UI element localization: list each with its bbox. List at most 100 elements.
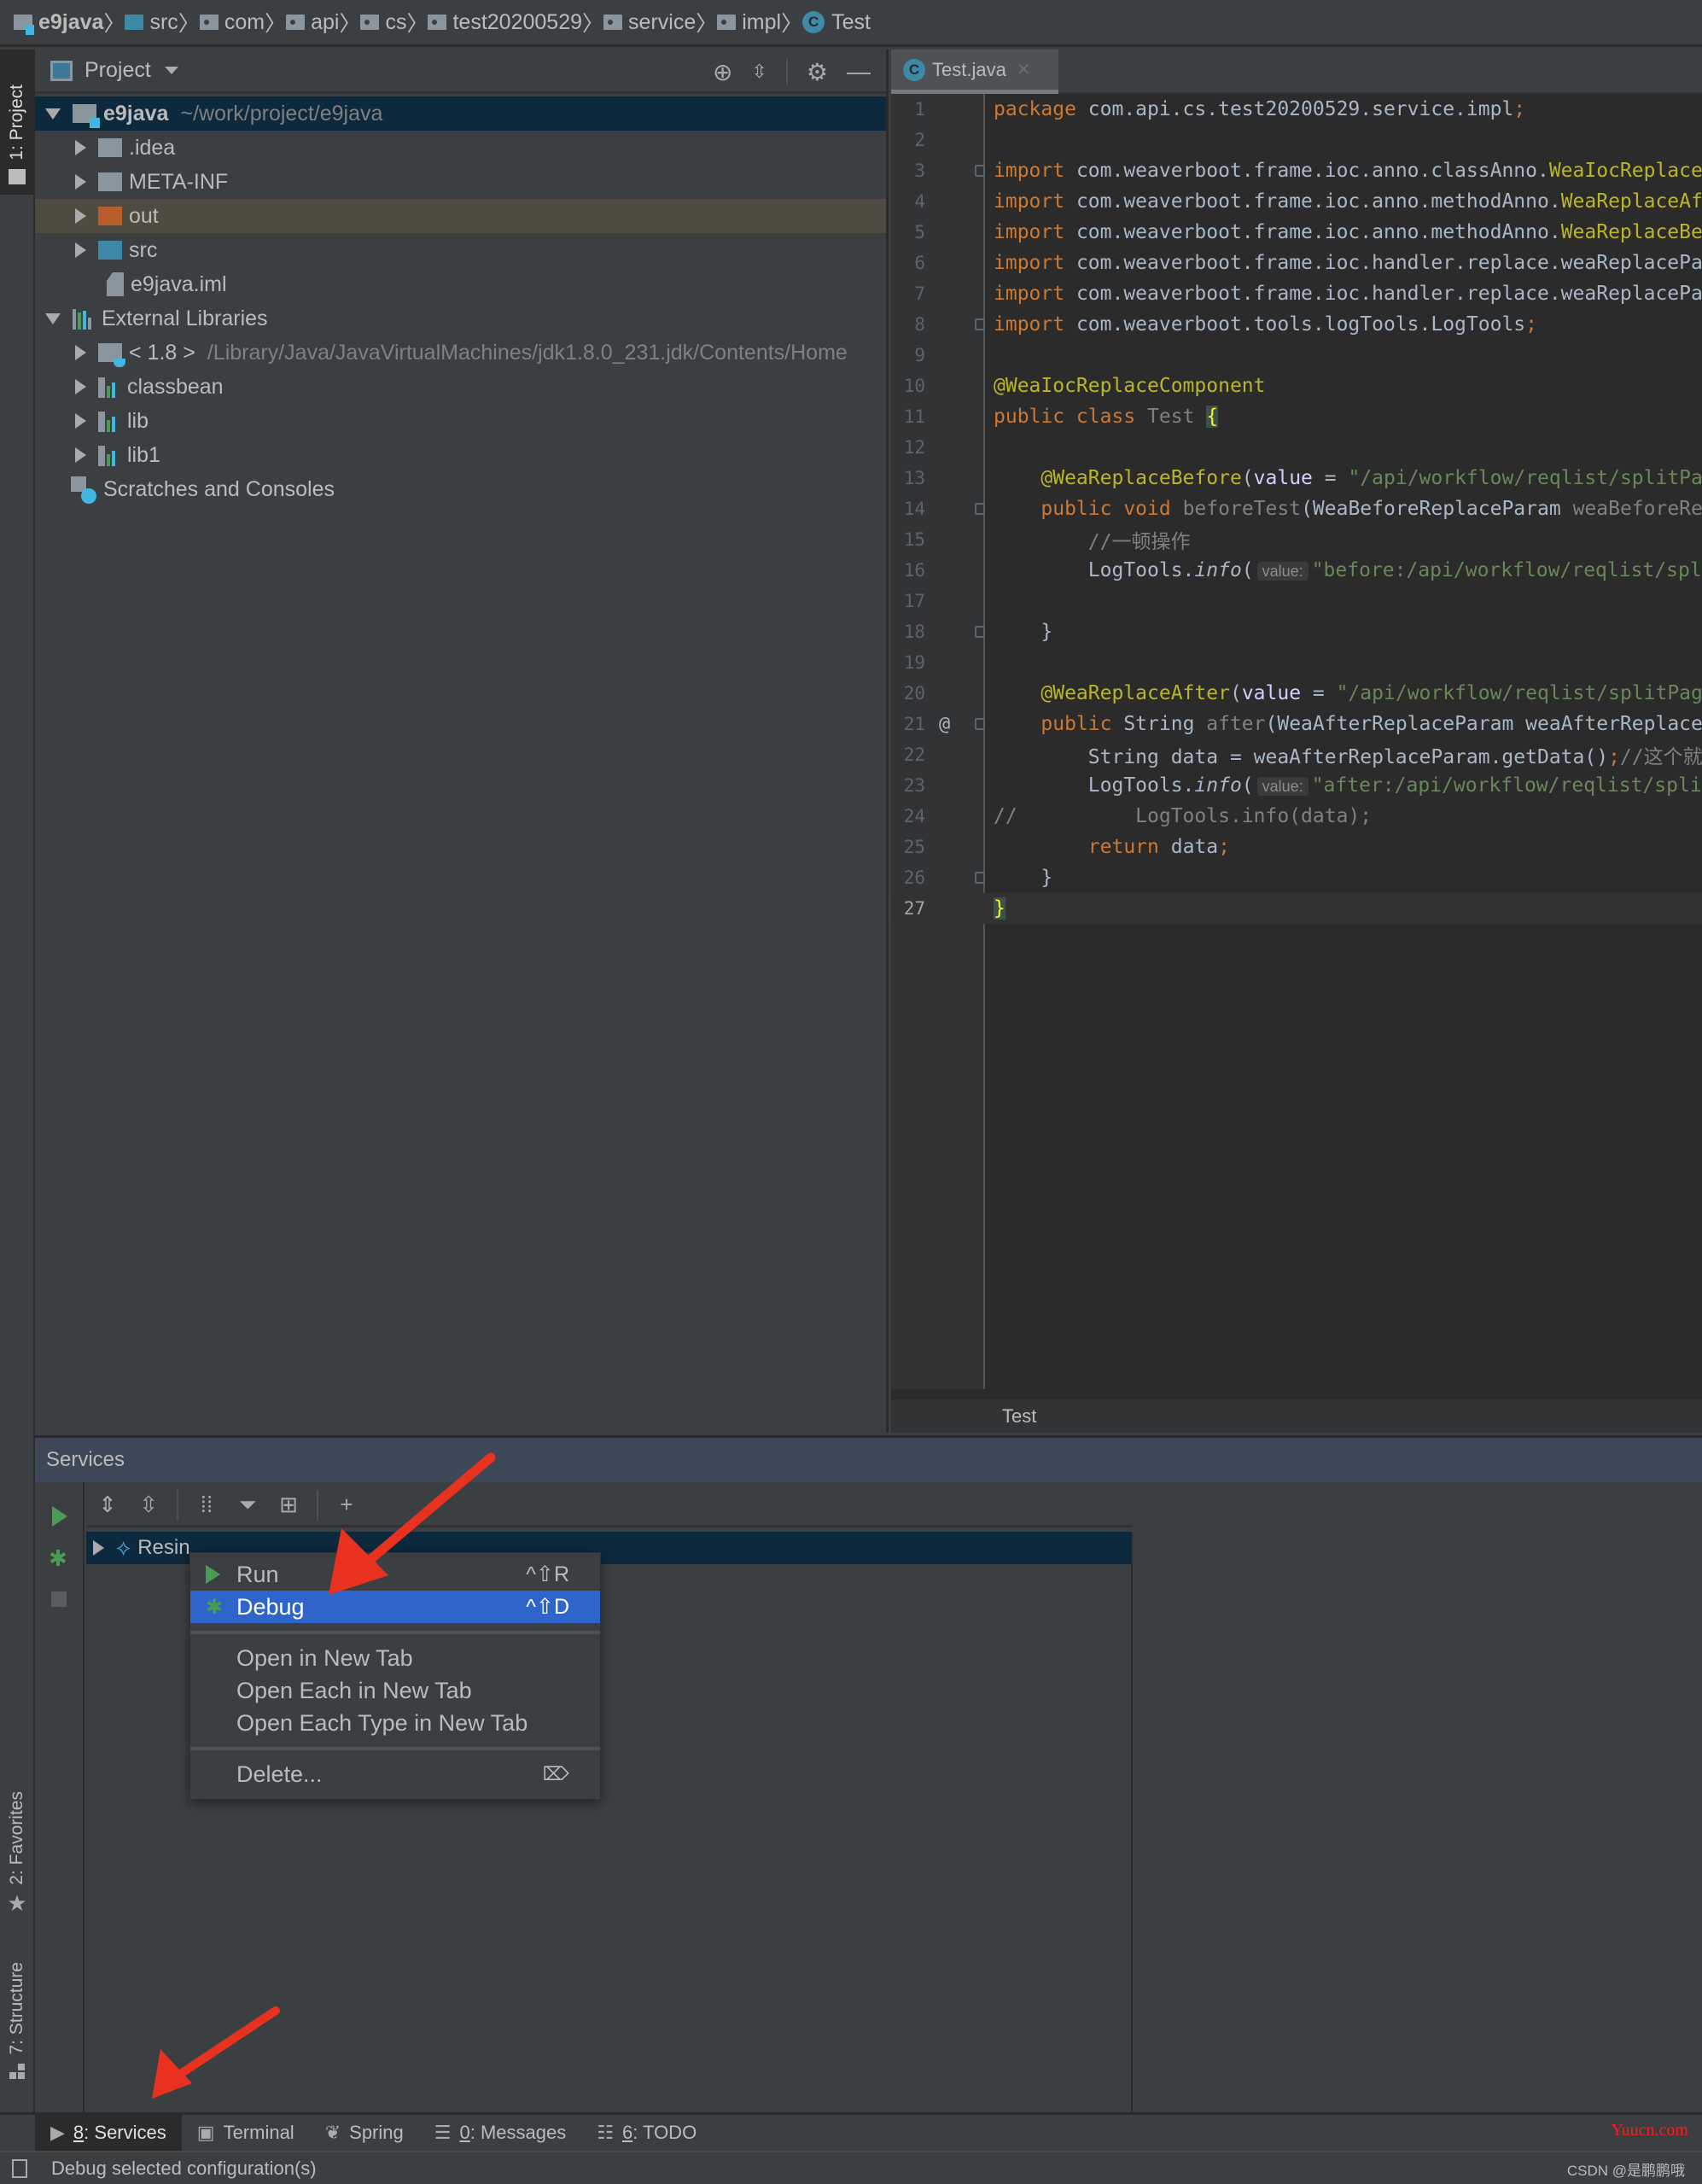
breadcrumb-separator: 〉 [781,12,803,36]
gear-icon[interactable]: ⚙ [807,58,828,86]
jdk-icon [98,343,125,367]
breadcrumb-test20200529[interactable]: test20200529 [428,10,582,35]
tool-tab-services[interactable]: ▶ 8: Services [35,2115,182,2151]
expand-arrow-icon[interactable] [75,413,86,429]
tree-item-meta-inf[interactable]: META-INF [35,165,886,199]
expand-arrow-icon[interactable] [75,379,86,394]
tool-tab-todo[interactable]: ☷ 6: TODO [581,2115,712,2151]
expand-all-icon[interactable]: ⇕ [95,1492,120,1518]
tool-tab-structure[interactable]: 7: Structure [0,1962,34,2079]
code-line: 16 LogTools.info(value: "before:/api/work… [903,559,1702,581]
code-line: 11 public class Test { [903,406,1219,428]
tree-item-out[interactable]: out [35,199,886,233]
library-icon [98,444,120,466]
breadcrumb-test[interactable]: C Test [802,10,871,35]
tree-item-e9java[interactable]: e9java ~/work/project/e9java [35,96,886,131]
expand-arrow-icon[interactable] [75,242,86,258]
run-icon[interactable] [52,1506,67,1527]
override-marker-icon: @ [939,713,951,735]
tree-item-lib1[interactable]: lib1 [35,438,886,472]
package-icon [199,15,219,30]
resin-dragonfly-icon: ⟡ [116,1534,131,1560]
structure-icon [9,2063,25,2079]
breadcrumb-api[interactable]: api [286,10,339,35]
menu-item-delete[interactable]: Delete... ⌦ [190,1758,600,1790]
tool-tab-messages[interactable]: ☰ 0: Messages [419,2115,581,2151]
expand-arrow-icon[interactable] [75,174,86,190]
locate-icon[interactable]: ⊕ [713,58,732,86]
expand-arrow-icon[interactable] [75,345,86,360]
tree-item-classbean[interactable]: classbean [35,370,886,404]
expand-arrow-icon[interactable] [75,140,86,155]
toolbar-separator [785,59,788,85]
services-header: Services [35,1438,1702,1482]
tree-item-jdk[interactable]: < 1.8 > /Library/Java/JavaVirtualMachine… [35,336,886,370]
new-tab-icon[interactable]: ⊞ [276,1492,301,1518]
expand-arrow-icon[interactable] [75,208,86,224]
tree-item-idea[interactable]: .idea [35,131,886,165]
services-detail-pane [1134,1482,1702,2115]
breadcrumb-service[interactable]: service [603,10,696,35]
tool-tab-spring[interactable]: ❦ Spring [310,2115,419,2151]
minimize-icon[interactable]: — [847,58,871,85]
expand-arrow-icon[interactable] [45,312,61,324]
code-line: 1 package com.api.cs.test20200529.service… [914,98,1526,120]
code-line: 3 import com.weaverboot.frame.ioc.anno.cl… [914,160,1702,182]
tree-item-e9java-iml[interactable]: e9java.iml [35,267,886,301]
library-icon [98,410,120,432]
tool-windows-toggle-icon[interactable] [12,2158,27,2178]
tree-item-scratches[interactable]: Scratches and Consoles [35,472,886,506]
collapse-all-icon[interactable]: ⇳ [751,61,766,83]
debug-icon: ✱ [206,1595,224,1619]
tool-tab-favorites[interactable]: 2: Favorites ★ [0,1791,34,1917]
breadcrumb-cs[interactable]: cs [360,10,406,35]
project-view-selector[interactable]: Project [85,58,151,83]
breadcrumb-src[interactable]: src [125,10,178,35]
messages-icon: ☰ [434,2122,452,2143]
add-service-icon[interactable]: + [334,1492,359,1518]
tab-test-java[interactable]: C Test.java ✕ [891,50,1058,94]
debug-icon[interactable]: ✱ [49,1545,67,1572]
breadcrumb-impl[interactable]: impl [717,10,781,35]
menu-item-open-each-type-in-new-tab[interactable]: Open Each Type in New Tab [190,1707,600,1739]
iml-file-icon [107,272,124,296]
package-icon [360,15,380,30]
services-action-column: ✱ [35,1482,85,2115]
code-line: 23 LogTools.info(value: "after:/api/workf… [903,774,1702,797]
stop-icon[interactable] [51,1591,67,1607]
tree-item-lib[interactable]: lib [35,404,886,438]
editor-breadcrumb[interactable]: Test [891,1398,1702,1433]
spring-leaf-icon: ❦ [324,2122,341,2143]
tool-tab-project[interactable]: 1: Project [0,50,34,195]
services-toolbar: ⇕ ⇳ ⁞⁞ ⏷ ⊞ + [86,1485,1133,1527]
breadcrumb-com[interactable]: com [199,10,265,35]
run-icon [206,1565,220,1584]
collapse-all-icon[interactable]: ⇳ [136,1492,161,1518]
menu-item-run[interactable]: Run ^⇧R [190,1558,600,1591]
code-line: 18 } [903,621,1053,643]
left-tool-strip: 1: Project 2: Favorites ★ 7: Structure [0,50,35,2114]
tool-tab-terminal[interactable]: ▣ Terminal [182,2115,310,2151]
watermark-site: Yuucn.com [1611,2121,1688,2140]
code-area[interactable]: 1 package com.api.cs.test20200529.service… [891,94,1702,1389]
expand-arrow-icon[interactable] [93,1540,104,1556]
menu-item-open-in-new-tab[interactable]: Open in New Tab [190,1642,600,1674]
star-icon: ★ [7,1889,27,1916]
breadcrumb-e9java[interactable]: e9java [14,10,103,35]
scratches-icon [71,476,96,504]
project-panel-header: Project ⊕ ⇳ ⚙ — [35,50,886,94]
group-by-icon[interactable]: ⁞⁞ [194,1492,219,1518]
menu-separator [190,1631,600,1634]
menu-item-open-each-in-new-tab[interactable]: Open Each in New Tab [190,1674,600,1707]
services-icon: ▶ [50,2122,65,2143]
code-line: 15 //一顿操作 [903,529,1191,553]
menu-item-debug[interactable]: ✱ Debug ^⇧D [190,1591,600,1623]
folder-icon [9,169,26,184]
tree-item-external-libraries[interactable]: External Libraries [35,301,886,336]
filter-icon[interactable]: ⏷ [235,1492,260,1519]
chevron-down-icon[interactable] [164,67,178,74]
expand-arrow-icon[interactable] [45,108,61,120]
close-icon[interactable]: ✕ [1017,59,1031,80]
tree-item-src[interactable]: src [35,233,886,267]
expand-arrow-icon[interactable] [75,447,86,463]
